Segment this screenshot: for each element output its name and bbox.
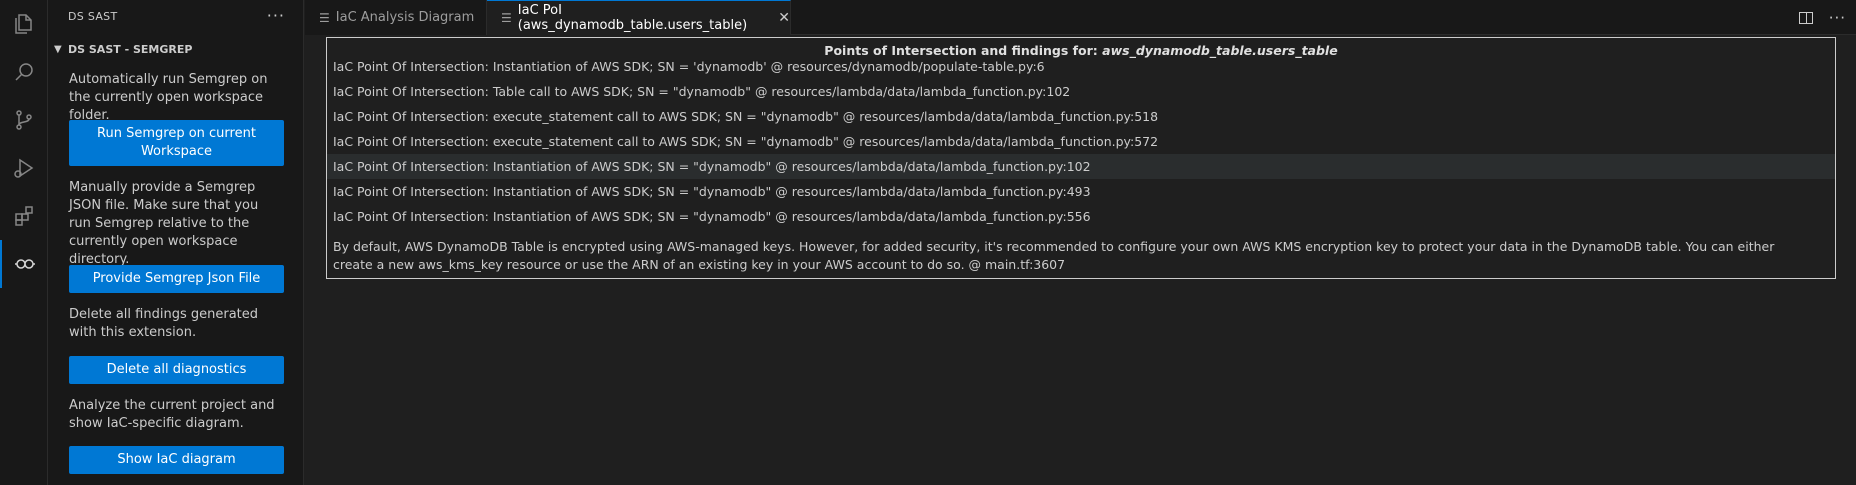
- tab-iac-analysis-diagram[interactable]: ☰ IaC Analysis Diagram: [305, 0, 487, 35]
- poi-row[interactable]: IaC Point Of Intersection: Instantiation…: [327, 154, 1835, 179]
- poi-row[interactable]: IaC Point Of Intersection: Instantiation…: [327, 204, 1835, 229]
- more-actions-icon[interactable]: ···: [267, 6, 285, 25]
- provide-json-description: Manually provide a Semgrep JSON file. Ma…: [69, 180, 259, 267]
- poi-row[interactable]: IaC Point Of Intersection: execute_state…: [327, 104, 1835, 129]
- extensions-icon[interactable]: [0, 192, 48, 240]
- section-header[interactable]: ▼ DS SAST - SEMGREP: [48, 38, 304, 60]
- iac-diagram-description: Analyze the current project and show IaC…: [69, 398, 275, 431]
- delete-all-diagnostics-button[interactable]: Delete all diagnostics: [69, 356, 284, 384]
- more-actions-icon[interactable]: ···: [1829, 9, 1846, 27]
- poi-findings-panel: Points of Intersection and findings for:…: [326, 37, 1836, 279]
- show-iac-diagram-button[interactable]: Show IaC diagram: [69, 446, 284, 474]
- search-icon[interactable]: [0, 48, 48, 96]
- run-debug-icon[interactable]: [0, 144, 48, 192]
- editor-area: Points of Intersection and findings for:…: [305, 36, 1856, 485]
- activity-bar: [0, 0, 48, 485]
- preview-icon: ☰: [501, 11, 512, 25]
- run-semgrep-description: Automatically run Semgrep on the current…: [69, 72, 268, 123]
- sidebar: DS SAST ··· ▼ DS SAST - SEMGREP Automati…: [48, 0, 304, 485]
- source-control-icon[interactable]: [0, 96, 48, 144]
- explorer-icon[interactable]: [0, 0, 48, 48]
- tab-label: IaC PoI (aws_dynamodb_table.users_table): [517, 3, 748, 33]
- poi-row[interactable]: IaC Point Of Intersection: Instantiation…: [327, 179, 1835, 204]
- poi-row[interactable]: IaC Point Of Intersection: Table call to…: [327, 79, 1835, 104]
- poi-row[interactable]: IaC Point Of Intersection: execute_state…: [327, 129, 1835, 154]
- editor-tab-bar: ☰ IaC Analysis Diagram ☰ IaC PoI (aws_dy…: [305, 0, 1856, 35]
- split-editor-icon[interactable]: [1798, 11, 1813, 24]
- delete-description: Delete all findings generated with this …: [69, 307, 259, 340]
- editor-actions: ···: [1798, 0, 1846, 35]
- run-semgrep-button[interactable]: Run Semgrep on current Workspace: [69, 120, 284, 166]
- tab-iac-poi[interactable]: ☰ IaC PoI (aws_dynamodb_table.users_tabl…: [487, 0, 791, 35]
- finding-row[interactable]: By default, AWS DynamoDB Table is encryp…: [327, 234, 1835, 274]
- poi-row[interactable]: IaC Point Of Intersection: Instantiation…: [327, 54, 1835, 79]
- provide-semgrep-json-button[interactable]: Provide Semgrep Json File: [69, 265, 284, 293]
- sidebar-title: DS SAST: [68, 10, 118, 23]
- section-title: DS SAST - SEMGREP: [68, 42, 193, 56]
- chevron-down-icon: ▼: [54, 43, 62, 55]
- preview-icon: ☰: [319, 10, 330, 25]
- close-icon[interactable]: ✕: [778, 10, 790, 26]
- tab-label: IaC Analysis Diagram: [335, 10, 475, 25]
- ds-sast-icon[interactable]: [0, 240, 48, 288]
